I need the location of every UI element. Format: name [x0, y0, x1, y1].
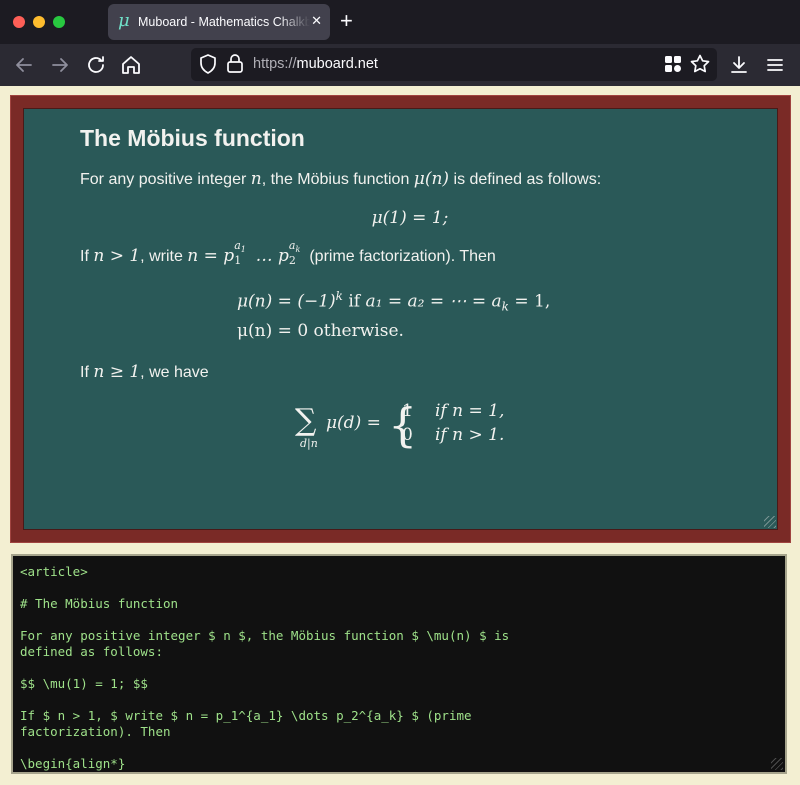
paragraph-factorization: If n > 1, write n = p a1 1 … p ak 2 (prime f…	[80, 239, 740, 270]
source-editor[interactable]: <article> # The Möbius function For any …	[11, 554, 787, 774]
article-title: The Möbius function	[80, 125, 305, 151]
menu-icon[interactable]	[763, 53, 787, 77]
text: For any positive integer	[80, 171, 251, 188]
chalkboard-surface: The Möbius function For any positive int…	[23, 108, 778, 530]
math-factorization: n = p a1 1 … p ak 2	[187, 239, 305, 267]
forward-arrow-icon[interactable]	[48, 53, 72, 77]
case-2-condition: if n > 1.	[435, 424, 505, 445]
home-icon[interactable]	[119, 53, 143, 77]
window-close-button[interactable]	[13, 16, 25, 28]
sum-index-d-divides-n: d|n	[300, 436, 318, 450]
star-icon[interactable]	[688, 52, 712, 76]
rendered-article: The Möbius function For any positive int…	[80, 123, 740, 469]
summation-sign: ∑	[295, 402, 317, 438]
editor-source-text[interactable]: <article> # The Möbius function For any …	[20, 564, 509, 772]
align-line-2: μ(n) = 0 otherwise.	[237, 319, 740, 344]
navigation-toolbar: https://muboard.net	[0, 44, 800, 86]
case-1-condition: if n = 1,	[435, 400, 505, 421]
new-tab-button[interactable]: +	[340, 9, 353, 33]
url-host: muboard.net	[296, 56, 378, 72]
text: , we have	[140, 363, 209, 381]
math-n-eq-p: n = p	[187, 246, 235, 266]
math-sub-k: k	[501, 299, 509, 314]
math-mu-d-eq: μ(d) =	[326, 412, 381, 433]
url-text[interactable]: https://muboard.net	[253, 56, 378, 73]
align-block: μ(n) = (−1)k if a₁ = a₂ = ⋯ = ak = 1, μ(…	[237, 284, 740, 344]
shield-icon[interactable]	[196, 52, 220, 76]
back-arrow-icon[interactable]	[12, 53, 36, 77]
lock-icon[interactable]	[223, 52, 247, 76]
mu-favicon-icon: μ	[118, 10, 130, 31]
math-if: if	[342, 291, 366, 312]
math-mu-1: μ(1) = 1;	[371, 208, 449, 228]
extensions-grid-icon[interactable]	[661, 52, 685, 76]
window-minimize-button[interactable]	[33, 16, 45, 28]
chalkboard-resize-handle[interactable]	[764, 516, 776, 528]
text: If	[80, 248, 94, 265]
math-n: n	[250, 169, 262, 189]
math-mu-zero-otherwise: μ(n) = 0 otherwise.	[237, 320, 404, 341]
text: , write	[140, 248, 188, 265]
align-line-1: μ(n) = (−1)k if a₁ = a₂ = ⋯ = ak = 1,	[237, 284, 740, 319]
math-sub: k	[295, 245, 301, 255]
title-bar: μ Muboard - Mathematics Chalkboard ✕ +	[0, 0, 800, 44]
math-sub: 1	[240, 245, 246, 255]
text: (prime factorization). Then	[304, 248, 496, 265]
math-n-gt-1: n > 1	[93, 246, 141, 266]
paragraph-sum-intro: If n ≥ 1, we have	[80, 360, 740, 385]
math-eq-1: = 1,	[508, 291, 551, 312]
text: If	[80, 363, 94, 381]
url-scheme: https://	[253, 56, 297, 72]
subscript: 1	[234, 254, 242, 267]
tab-close-icon[interactable]: ✕	[311, 13, 322, 29]
text: is defined as follows:	[449, 171, 602, 188]
display-equation-sum: ∑ d|n μ(d) = { 1 if n = 1, 0 if n > 1.	[80, 399, 740, 469]
url-bar[interactable]: https://muboard.net	[191, 48, 717, 81]
math-mu-n: μ(n)	[413, 169, 450, 189]
chalkboard: The Möbius function For any positive int…	[11, 96, 790, 542]
reload-icon[interactable]	[84, 53, 108, 77]
case-2-value: 0	[402, 424, 413, 445]
math-dots-p: … p	[250, 246, 289, 266]
editor-resize-handle[interactable]	[771, 758, 783, 770]
math-a-chain: a₁ = a₂ = ⋯ = a	[365, 291, 502, 312]
subscript: 2	[288, 254, 296, 267]
browser-tab[interactable]: μ Muboard - Mathematics Chalkboard ✕	[108, 4, 330, 40]
display-equation-mu1: μ(1) = 1;	[80, 206, 740, 231]
window-maximize-button[interactable]	[53, 16, 65, 28]
download-icon[interactable]	[727, 53, 751, 77]
tab-title: Muboard - Mathematics Chalkboard	[138, 15, 310, 29]
case-1-value: 1	[402, 400, 413, 421]
math-mu-eq: μ(n) = (−1)	[237, 291, 336, 312]
math-n-ge-1: n ≥ 1	[93, 361, 141, 382]
text: , the Möbius function	[261, 171, 414, 188]
math-exp-k: k	[335, 289, 343, 303]
paragraph-definition: For any positive integer n, the Möbius f…	[80, 167, 740, 192]
